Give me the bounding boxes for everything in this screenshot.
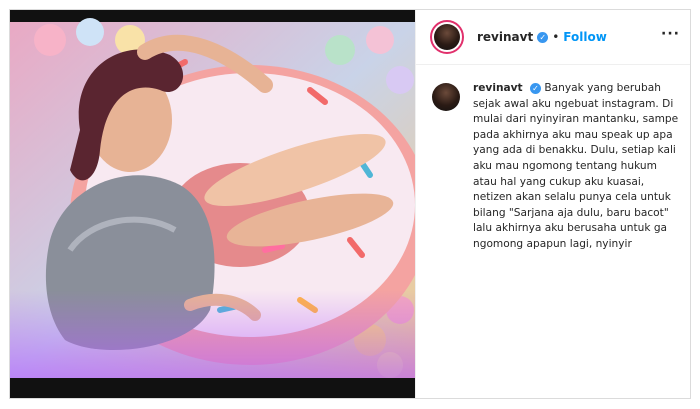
avatar-image — [434, 24, 460, 50]
instagram-post: revinavt ✓ • Follow ··· revinavt ✓ Banya… — [9, 9, 691, 399]
caption-comment: revinavt ✓ Banyak yang berubah sejak awa… — [416, 65, 690, 253]
post-header: revinavt ✓ • Follow ··· — [416, 10, 690, 65]
verified-icon: ✓ — [537, 31, 549, 43]
caption-line: ngomong apapun lagi, nyinyir — [473, 237, 632, 250]
caption-line: bilang "Sarjana aja dulu, baru bacot" — [473, 206, 669, 219]
caption-line: pada akhirnya aku mau speak up apa — [473, 128, 673, 141]
caption-author-avatar[interactable] — [430, 81, 462, 113]
photo-illustration — [10, 10, 415, 398]
author-username[interactable]: revinavt — [477, 30, 533, 44]
caption-line: netizen akan selalu punya cela untuk — [473, 191, 671, 204]
caption-line: mulai dari nyinyiran mantanku, sampe — [473, 113, 679, 126]
avatar-image — [432, 83, 460, 111]
caption-line: atau hal yang cukup aku kuasai, — [473, 175, 645, 188]
caption-text: revinavt ✓ Banyak yang berubah sejak awa… — [473, 81, 680, 253]
more-options-icon[interactable]: ··· — [661, 27, 680, 41]
caption-line: Banyak yang berubah — [544, 82, 661, 94]
follow-button[interactable]: Follow — [563, 30, 607, 44]
author-avatar[interactable] — [430, 20, 464, 54]
caption-line: lalu akhirnya aku berusaha untuk ga — [473, 222, 668, 235]
post-sidebar: revinavt ✓ • Follow ··· revinavt ✓ Banya… — [415, 10, 690, 398]
caption-line: aku mau ngomong tentang hukum — [473, 159, 657, 172]
verified-icon: ✓ — [529, 82, 541, 94]
caption-line: sejak awal aku ngebuat instagram. Di — [473, 97, 674, 110]
separator-dot: • — [552, 30, 560, 44]
caption-line: yang ada di benakku. Dulu, setiap kali — [473, 144, 676, 157]
caption-username[interactable]: revinavt — [473, 82, 523, 94]
post-photo[interactable] — [10, 10, 415, 398]
